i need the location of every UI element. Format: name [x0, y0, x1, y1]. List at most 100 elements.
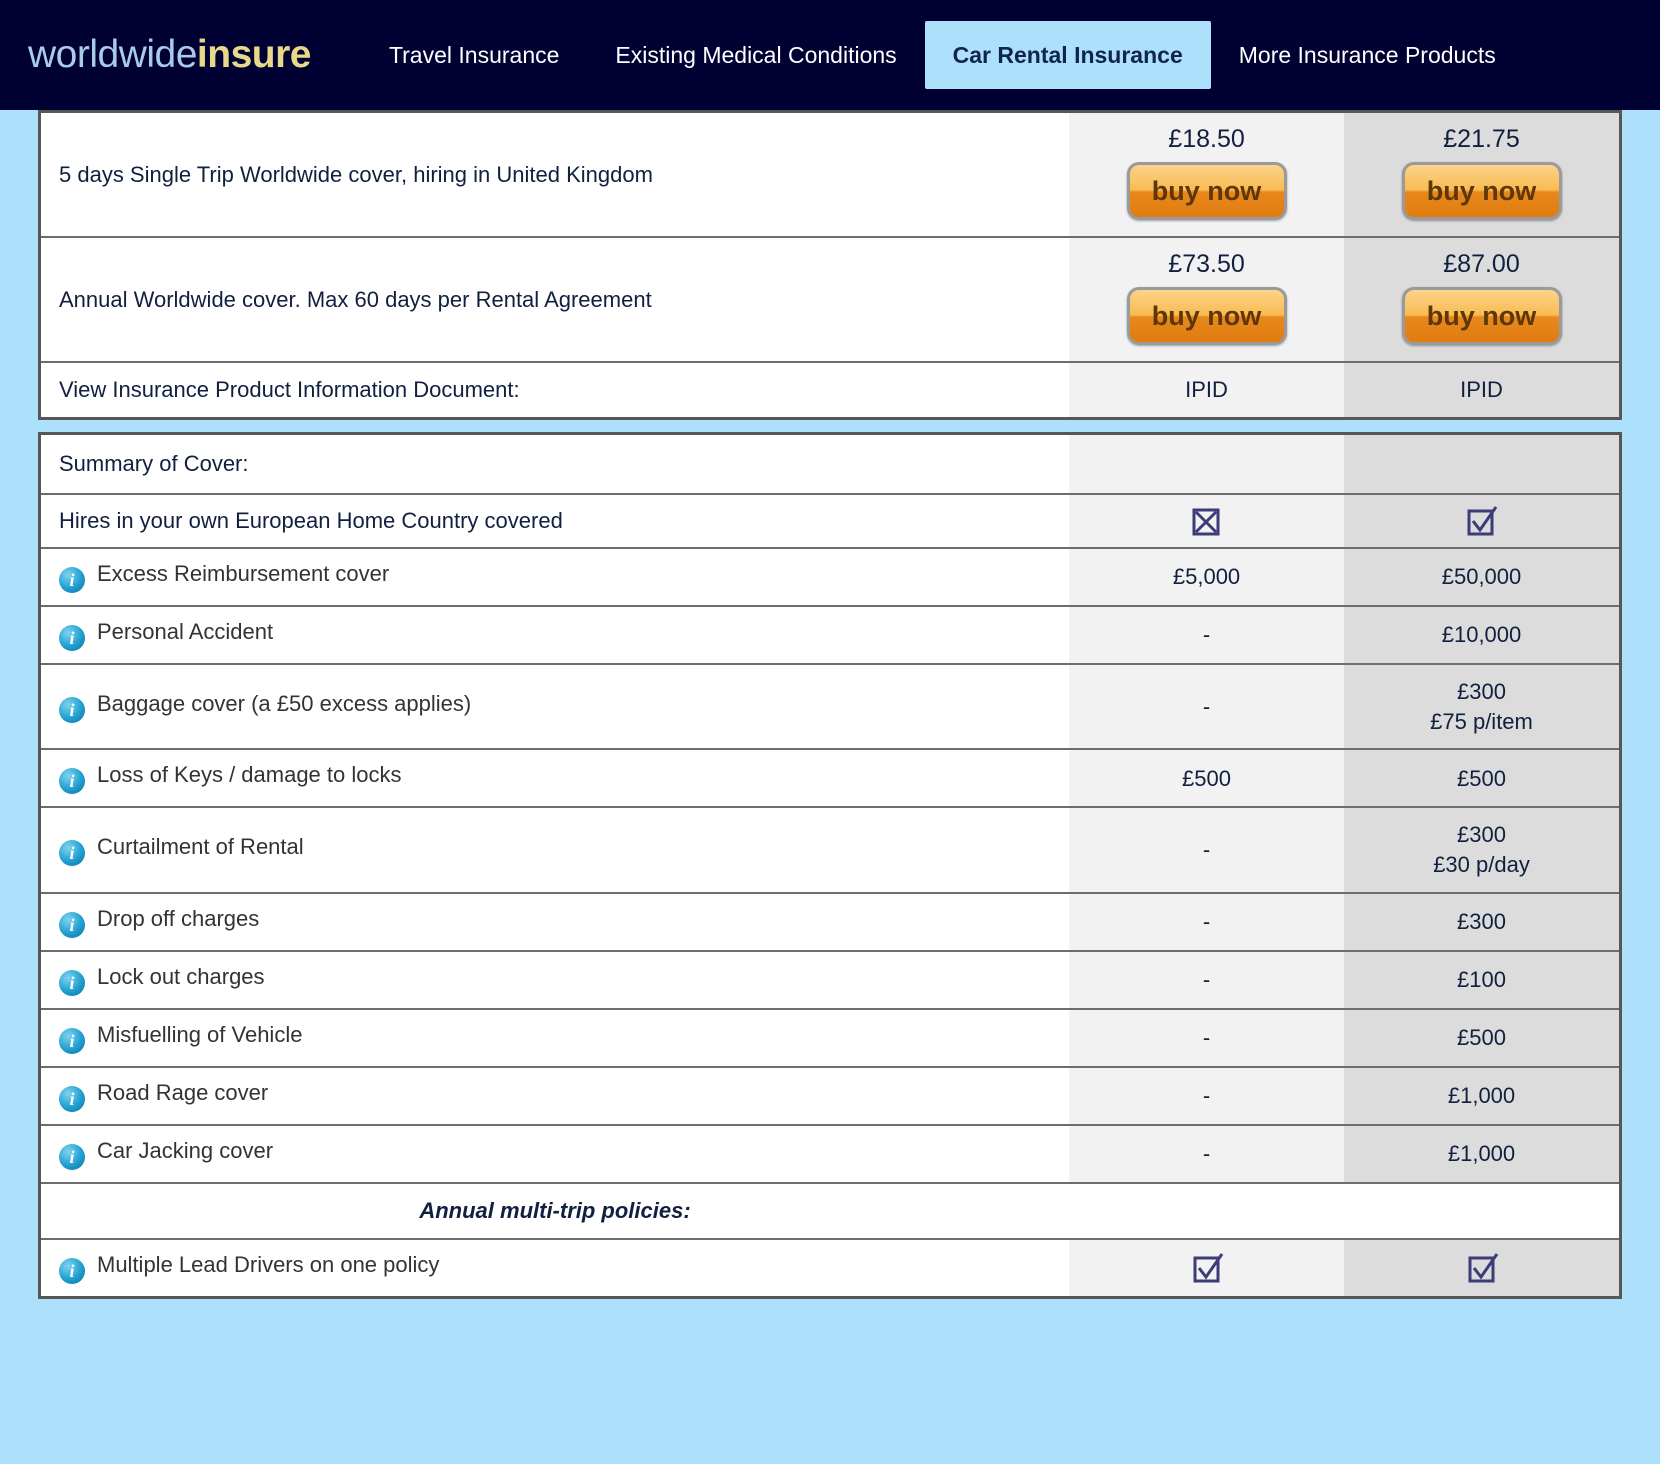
- coverage-value-premier: £500: [1344, 748, 1619, 808]
- pricing-row-standard-cell: £73.50 buy now: [1069, 236, 1345, 362]
- site-logo[interactable]: worldwideinsure: [28, 33, 311, 77]
- nav-item-existing-medical-conditions[interactable]: Existing Medical Conditions: [587, 0, 924, 110]
- pricing-row-description: Annual Worldwide cover. Max 60 days per …: [41, 236, 1070, 362]
- table-row: i Loss of Keys / damage to locks £500 £50…: [41, 748, 1619, 808]
- coverage-value-premier: £10,000: [1344, 605, 1619, 664]
- nav-item-travel-insurance[interactable]: Travel Insurance: [361, 0, 587, 110]
- tick-checkbox-icon: [1465, 496, 1499, 546]
- table-row: View Insurance Product Information Docum…: [41, 361, 1619, 417]
- ipid-row-label: View Insurance Product Information Docum…: [41, 361, 1070, 417]
- coverage-value-premier: £300: [1457, 822, 1506, 848]
- summary-of-cover-heading: Summary of Cover:: [59, 451, 249, 476]
- pricing-row-description: 5 days Single Trip Worldwide cover, hiri…: [59, 161, 653, 187]
- coverage-value-premier: [1344, 1237, 1619, 1296]
- table-row: i Multiple Lead Drivers on one policy: [41, 1237, 1619, 1296]
- ipid-link-standard[interactable]: IPID: [1069, 361, 1345, 417]
- ipid-link-premier[interactable]: IPID: [1344, 361, 1619, 417]
- info-icon[interactable]: i: [59, 840, 85, 867]
- nav-item-car-rental-insurance[interactable]: Car Rental Insurance: [924, 21, 1211, 89]
- coverage-label-cell: i Car Jacking cover: [41, 1123, 1070, 1183]
- price-value-premier: £87.00: [1443, 250, 1520, 278]
- coverage-value-standard: -: [1069, 891, 1345, 951]
- coverage-label: Excess Reimbursement cover: [97, 561, 390, 586]
- coverage-value-premier-line2: £30 p/day: [1433, 852, 1530, 878]
- coverage-label-cell: i Multiple Lead Drivers on one policy: [41, 1237, 1070, 1296]
- info-icon[interactable]: i: [59, 567, 85, 593]
- coverage-label: Misfuelling of Vehicle: [97, 1021, 303, 1047]
- pricing-row-premier-cell: £87.00 buy now: [1344, 236, 1619, 362]
- info-icon[interactable]: i: [59, 969, 85, 996]
- coverage-value-premier: £50,000: [1344, 547, 1619, 606]
- info-icon[interactable]: i: [59, 625, 85, 651]
- coverage-label-cell: i Loss of Keys / damage to locks: [41, 748, 1070, 808]
- coverage-label: Curtailment of Rental: [97, 834, 304, 860]
- coverage-value-premier: £100: [1344, 949, 1619, 1009]
- coverage-label: Baggage cover (a £50 excess applies): [97, 690, 472, 716]
- coverage-label-cell: i Baggage cover (a £50 excess applies): [41, 662, 1070, 750]
- table-row: Summary of Cover:: [41, 435, 1619, 494]
- coverage-value-premier: £500: [1344, 1007, 1619, 1067]
- pricing-table-block: 5 days Single Trip Worldwide cover, hiri…: [38, 110, 1622, 420]
- buy-now-button-premier[interactable]: buy now: [1401, 162, 1562, 220]
- buy-now-button-standard[interactable]: buy now: [1126, 287, 1287, 345]
- coverage-label-cell: i Drop off charges: [41, 891, 1070, 951]
- coverage-label-cell: i Curtailment of Rental: [41, 806, 1070, 893]
- table-row: 5 days Single Trip Worldwide cover, hiri…: [41, 113, 1619, 237]
- coverage-value-standard: £500: [1069, 748, 1345, 808]
- coverage-value-premier: [1344, 493, 1619, 548]
- buy-now-button-premier[interactable]: buy now: [1401, 287, 1562, 345]
- coverage-value-standard: -: [1069, 949, 1345, 1009]
- coverage-value-standard: -: [1069, 1123, 1345, 1183]
- tick-checkbox-icon: [1190, 1243, 1224, 1293]
- tick-checkbox-icon: [1465, 1243, 1499, 1293]
- info-icon[interactable]: i: [59, 768, 85, 795]
- annual-multitrip-heading: Annual multi-trip policies:: [41, 1181, 1070, 1239]
- annual-multitrip-standard-cell: [1069, 1181, 1345, 1239]
- pricing-row-premier-cell: £21.75 buy now: [1344, 113, 1619, 237]
- table-row: i Baggage cover (a £50 excess applies) - …: [41, 662, 1619, 750]
- coverage-value-premier-cell: £300 £75 p/item: [1344, 662, 1619, 750]
- coverage-label: Car Jacking cover: [97, 1137, 274, 1163]
- pricing-row-standard-cell: £18.50 buy now: [1069, 113, 1345, 237]
- coverage-value-standard: -: [1069, 605, 1345, 664]
- site-header: worldwideinsure Travel Insurance Existin…: [0, 0, 1660, 110]
- buy-now-button-standard[interactable]: buy now: [1126, 162, 1287, 220]
- coverage-value-premier: £1,000: [1344, 1065, 1619, 1125]
- summary-heading-standard-cell: [1069, 435, 1345, 494]
- table-row: i Misfuelling of Vehicle - £500: [41, 1007, 1619, 1067]
- coverage-value-standard: -: [1069, 1007, 1345, 1067]
- coverage-label: Drop off charges: [97, 905, 260, 931]
- coverage-value-standard: -: [1069, 806, 1345, 893]
- coverage-value-premier-line2: £75 p/item: [1430, 708, 1533, 734]
- coverage-label-cell: i Personal Accident: [41, 605, 1070, 664]
- pricing-table: 5 days Single Trip Worldwide cover, hiri…: [41, 113, 1619, 417]
- main-navigation: Travel Insurance Existing Medical Condit…: [361, 0, 1524, 110]
- logo-text-worldwide: worldwide: [28, 33, 197, 76]
- coverage-label: Hires in your own European Home Country …: [41, 493, 1070, 548]
- coverage-label: Road Rage cover: [97, 1079, 269, 1105]
- info-icon[interactable]: i: [59, 911, 85, 938]
- summary-of-cover-table: Summary of Cover: Hires in your own Euro…: [41, 435, 1619, 1296]
- info-icon[interactable]: i: [59, 1257, 85, 1284]
- coverage-value-premier: £300: [1344, 891, 1619, 951]
- coverage-label: Loss of Keys / damage to locks: [97, 762, 402, 788]
- coverage-value-standard: -: [1069, 662, 1345, 750]
- table-row: Annual Worldwide cover. Max 60 days per …: [41, 236, 1619, 362]
- coverage-label-cell: i Misfuelling of Vehicle: [41, 1007, 1070, 1067]
- info-icon[interactable]: i: [59, 1143, 85, 1170]
- price-value-standard: £73.50: [1168, 250, 1245, 278]
- info-icon[interactable]: i: [59, 1085, 85, 1112]
- table-row: i Drop off charges - £300: [41, 891, 1619, 951]
- table-row: Annual multi-trip policies:: [41, 1181, 1619, 1239]
- coverage-value-standard: -: [1069, 1065, 1345, 1125]
- coverage-label: Lock out charges: [97, 963, 265, 989]
- info-icon[interactable]: i: [59, 1027, 85, 1054]
- logo-text-insure: insure: [196, 33, 312, 76]
- coverage-value-standard: [1069, 493, 1345, 548]
- nav-item-more-insurance-products[interactable]: More Insurance Products: [1211, 0, 1524, 110]
- cross-checkbox-icon: [1190, 496, 1224, 546]
- info-icon[interactable]: i: [59, 696, 85, 723]
- coverage-value-premier: £300: [1457, 679, 1506, 704]
- table-row: i Road Rage cover - £1,000: [41, 1065, 1619, 1125]
- coverage-label-cell: i Lock out charges: [41, 949, 1070, 1009]
